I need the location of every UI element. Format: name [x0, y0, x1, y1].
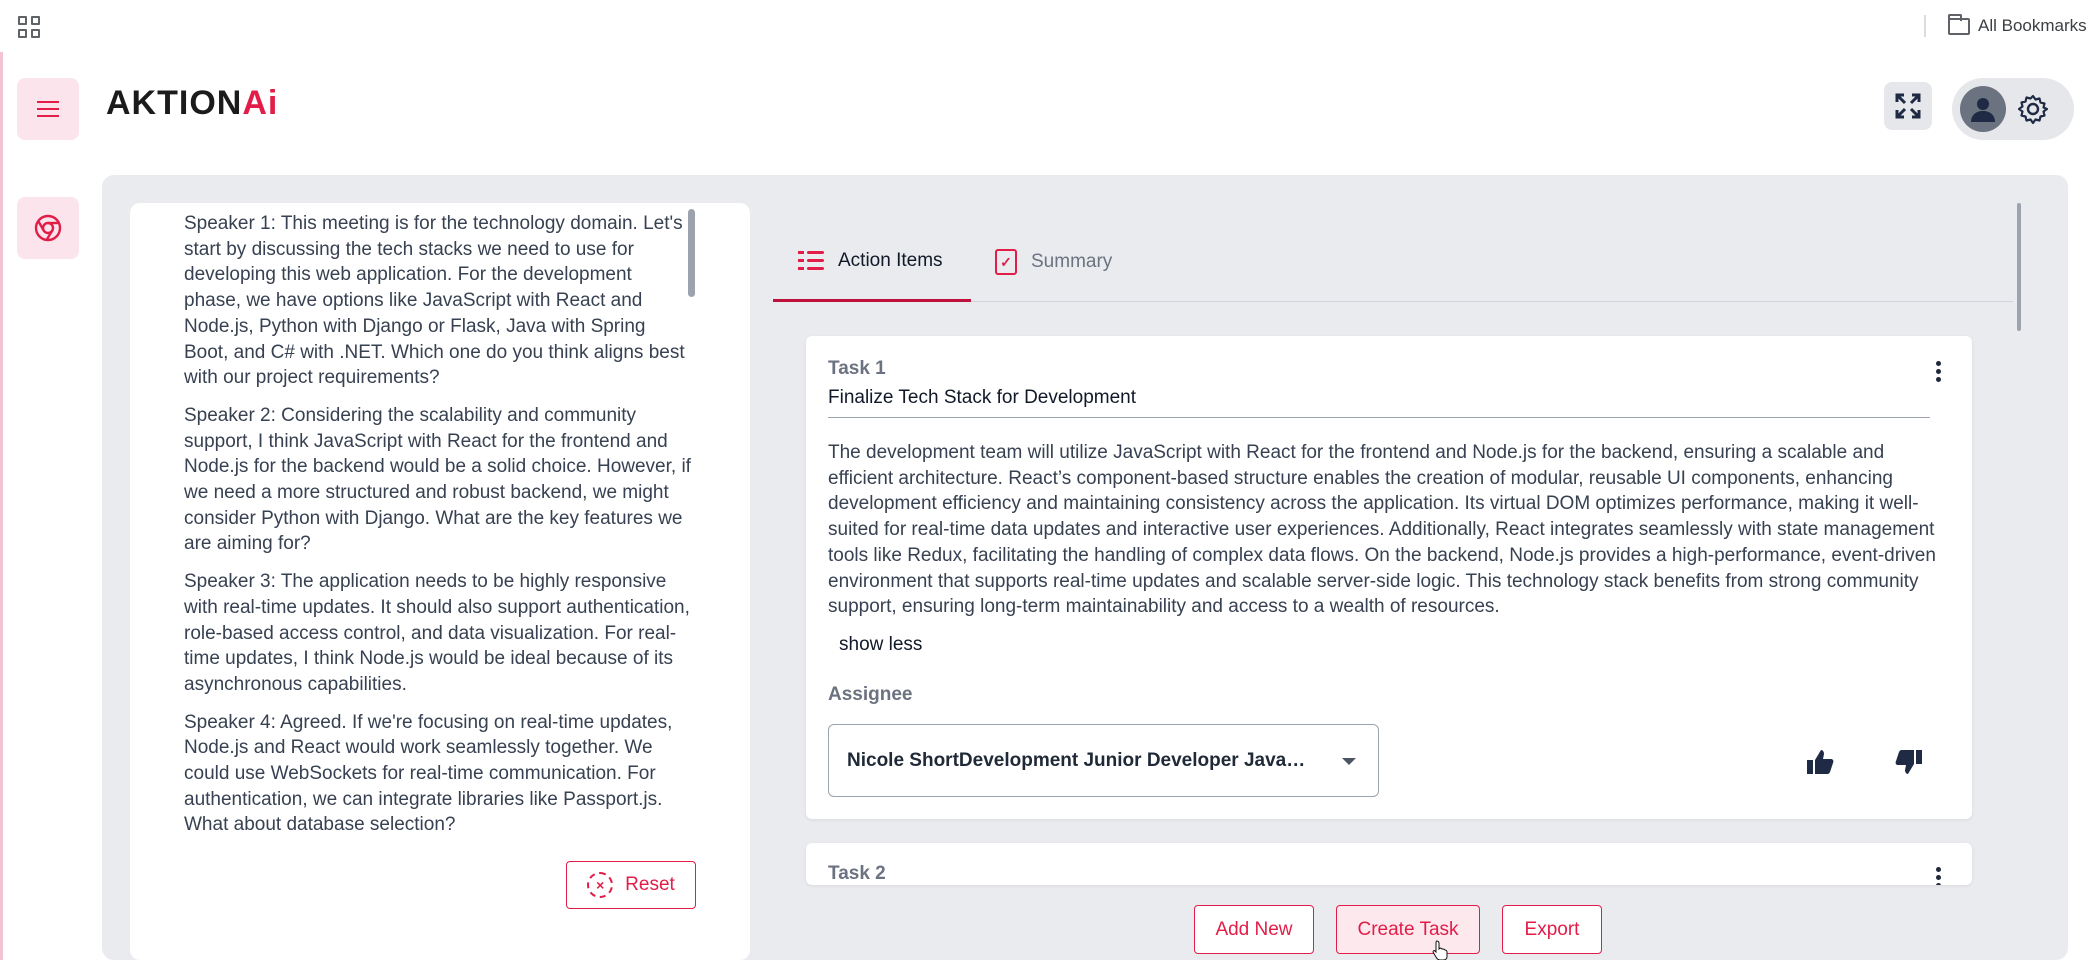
fullscreen-button[interactable] [1884, 82, 1932, 130]
all-bookmarks-button[interactable]: All Bookmarks [1948, 13, 2087, 38]
tab-summary-label: Summary [1031, 251, 1113, 272]
task-description: The development team will utilize JavaSc… [828, 442, 1936, 618]
assignee-select[interactable]: Nicole ShortDevelopment Junior Developer… [828, 724, 1379, 797]
chrome-icon [34, 214, 62, 242]
reset-label: Reset [625, 874, 675, 895]
assignee-value: Nicole ShortDevelopment Junior Developer… [847, 749, 1317, 771]
thumbs-up-button[interactable] [1805, 748, 1835, 776]
hand-cursor-icon [1432, 940, 1448, 960]
user-controls [1952, 78, 2074, 140]
bookmarks-divider [1924, 15, 1926, 37]
transcript-card: Speaker 1: This meeting is for the techn… [130, 203, 750, 960]
reset-button[interactable]: × Reset [566, 861, 696, 909]
show-less-link[interactable]: show less [839, 634, 922, 656]
tab-bar: Action Items ✓ Summary [773, 222, 2013, 302]
transcript-speaker-3: Speaker 3: The application needs to be h… [184, 571, 690, 695]
add-new-button[interactable]: Add New [1194, 905, 1314, 954]
left-edge-accent [0, 52, 3, 960]
menu-button[interactable] [17, 78, 79, 140]
create-task-button[interactable]: Create Task [1336, 905, 1480, 954]
tab-action-items[interactable]: Action Items [773, 222, 971, 302]
all-bookmarks-label: All Bookmarks [1978, 16, 2087, 35]
task-title-field[interactable]: Finalize Tech Stack for Development [828, 387, 1930, 418]
apps-grid-icon[interactable] [18, 16, 40, 38]
transcript-scrollbar[interactable] [688, 209, 695, 297]
tab-action-items-label: Action Items [838, 249, 943, 271]
dropdown-caret-icon [1342, 758, 1356, 765]
transcript-text: Speaker 1: This meeting is for the techn… [184, 211, 694, 850]
bookmarks-bar: All Bookmarks [0, 0, 2094, 52]
reset-x-icon: × [587, 872, 614, 898]
checklist-icon [798, 248, 824, 274]
logo-accent: Ai [242, 84, 279, 122]
folder-icon [1948, 13, 1970, 35]
more-options-icon[interactable] [1936, 361, 1942, 382]
task-label: Task 2 [828, 863, 886, 884]
document-check-icon: ✓ [995, 249, 1017, 275]
logo-main: AKTION [106, 84, 243, 122]
expand-icon [1895, 93, 1921, 119]
transcript-speaker-4: Speaker 4: Agreed. If we're focusing on … [184, 711, 673, 836]
task-label: Task 1 [828, 358, 886, 379]
user-icon [1971, 98, 1995, 122]
thumbs-down-icon [1895, 750, 1922, 774]
tab-summary[interactable]: ✓ Summary [995, 222, 1112, 302]
nav-chrome-button[interactable] [17, 197, 79, 259]
settings-gear-icon[interactable] [2018, 94, 2048, 124]
hamburger-icon [37, 101, 59, 117]
assignee-label: Assignee [828, 684, 913, 705]
app-logo: AKTIONAi [106, 84, 278, 123]
transcript-speaker-2: Speaker 2: Considering the scalability a… [184, 404, 691, 555]
more-options-icon[interactable] [1936, 867, 1942, 885]
avatar[interactable] [1960, 86, 2006, 132]
thumbs-down-button[interactable] [1894, 748, 1924, 776]
task-card: Task 2 [806, 843, 1972, 885]
tasks-scrollbar[interactable] [2017, 203, 2021, 331]
export-button[interactable]: Export [1502, 905, 1602, 954]
transcript-speaker-1: Speaker 1: This meeting is for the techn… [184, 213, 685, 389]
task-card: Task 1 Finalize Tech Stack for Developme… [806, 336, 1972, 819]
thumbs-up-icon [1807, 750, 1834, 774]
